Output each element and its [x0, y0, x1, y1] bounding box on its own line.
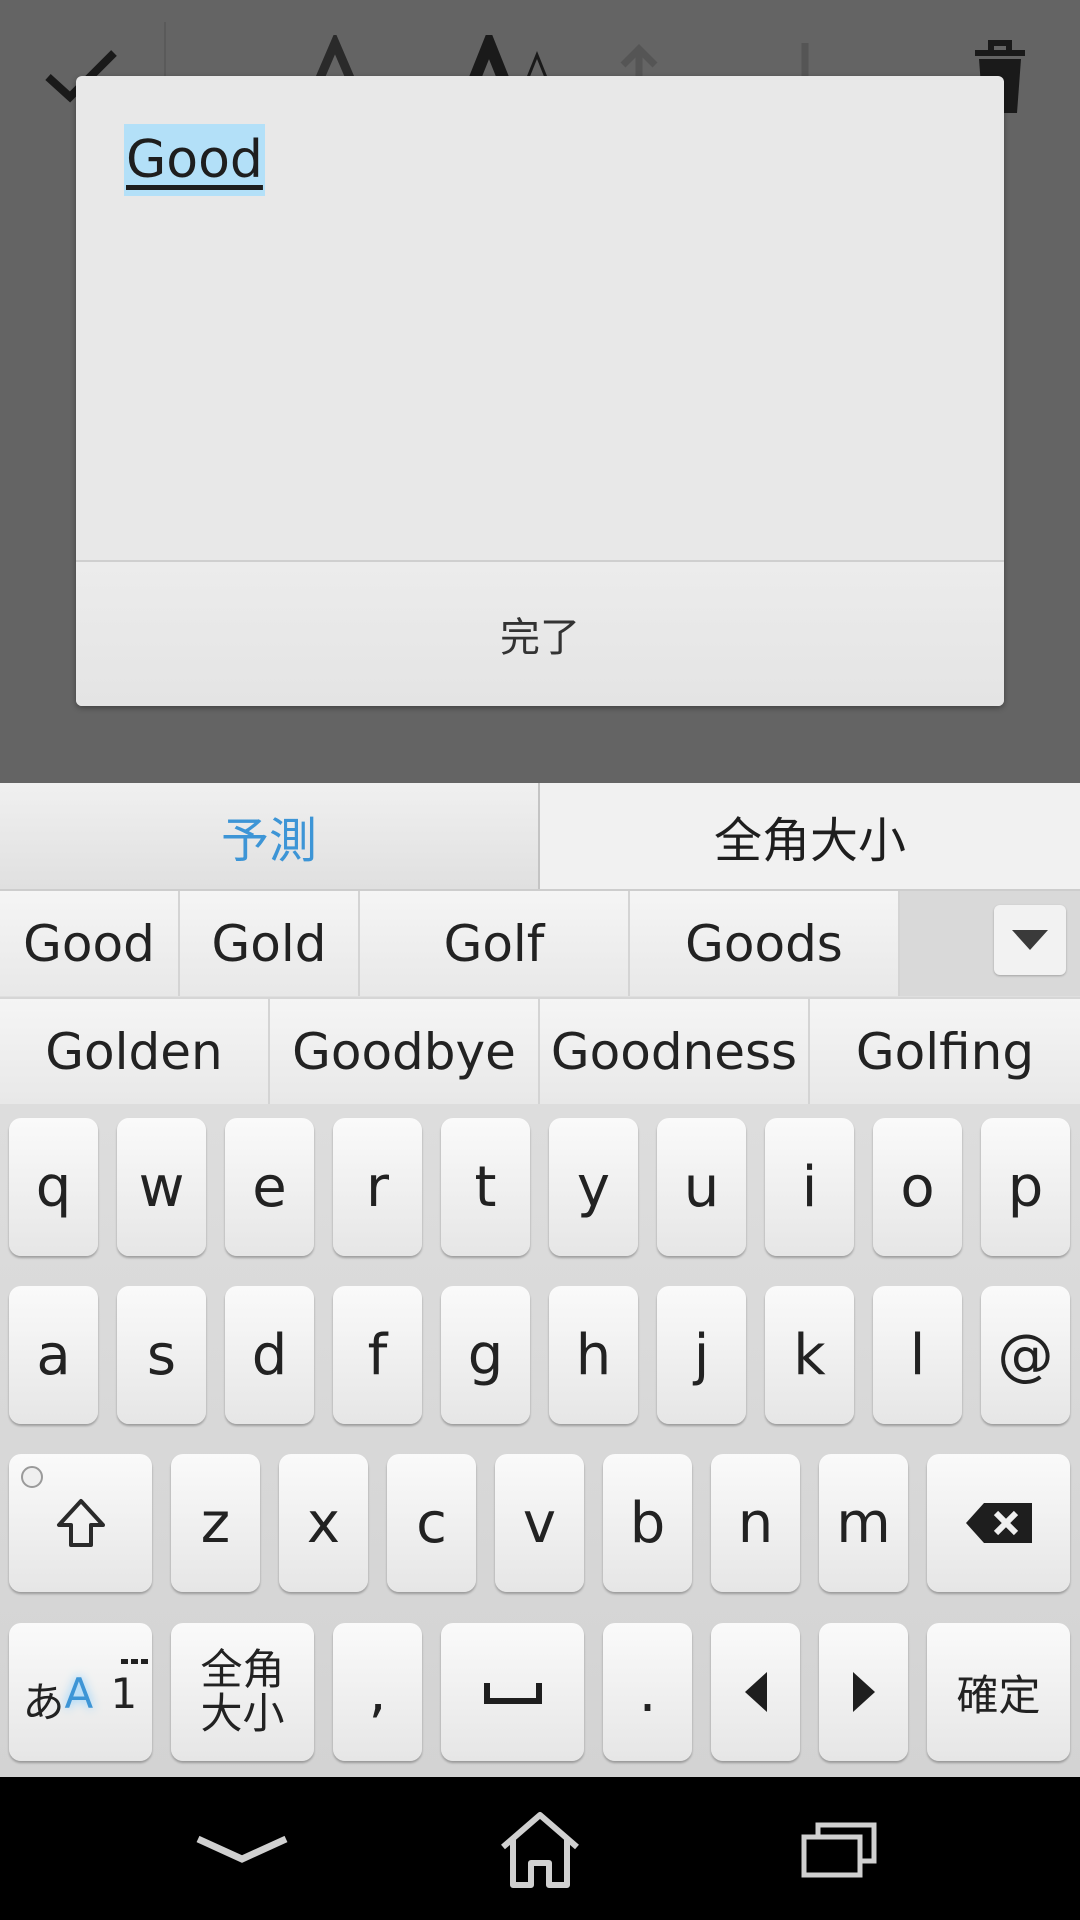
key-d[interactable]: d — [225, 1286, 314, 1424]
backspace-icon — [965, 1503, 1032, 1543]
key-a[interactable]: a — [9, 1286, 98, 1424]
key-v[interactable]: v — [495, 1454, 584, 1592]
key-g[interactable]: g — [441, 1286, 530, 1424]
candidate-expand-area — [900, 891, 1080, 996]
recent-apps-icon — [801, 1822, 877, 1877]
candidate-item[interactable]: Golfing — [810, 999, 1080, 1104]
candidate-item[interactable]: Goods — [630, 891, 900, 996]
cursor-right-icon — [852, 1672, 875, 1712]
alpha-mode: A — [64, 1669, 94, 1718]
space-bar-icon — [483, 1683, 542, 1704]
key-n[interactable]: n — [711, 1454, 800, 1592]
key-t[interactable]: t — [441, 1118, 530, 1256]
shift-icon — [56, 1499, 105, 1547]
expand-candidates-button[interactable] — [994, 905, 1066, 975]
input-mode-key[interactable]: あ A 1 — [9, 1623, 152, 1761]
cursor-left-icon — [744, 1672, 767, 1712]
candidate-row: Golden Goodbye Goodness Golfing — [0, 997, 1080, 1104]
key-u[interactable]: u — [657, 1118, 746, 1256]
key-o[interactable]: o — [873, 1118, 962, 1256]
candidate-item[interactable]: Gold — [180, 891, 360, 996]
candidate-item[interactable]: Good — [0, 891, 180, 996]
recent-apps-button[interactable] — [740, 1777, 940, 1920]
key-at[interactable]: @ — [981, 1286, 1070, 1424]
text-edit-dialog: Good 完了 — [76, 76, 1004, 706]
key-y[interactable]: y — [549, 1118, 638, 1256]
key-r[interactable]: r — [333, 1118, 422, 1256]
key-w[interactable]: w — [117, 1118, 206, 1256]
tab-zenkaku-case[interactable]: 全角大小 — [540, 783, 1080, 889]
backspace-key[interactable] — [927, 1454, 1070, 1592]
key-s[interactable]: s — [117, 1286, 206, 1424]
tab-prediction[interactable]: 予測 — [0, 783, 540, 889]
key-i[interactable]: i — [765, 1118, 854, 1256]
composing-text[interactable]: Good — [124, 124, 265, 196]
key-e[interactable]: e — [225, 1118, 314, 1256]
cursor-right-key[interactable] — [819, 1623, 908, 1761]
key-p[interactable]: p — [981, 1118, 1070, 1256]
navigation-bar — [0, 1777, 1080, 1920]
done-button[interactable]: 完了 — [76, 562, 1004, 706]
home-button[interactable] — [440, 1777, 640, 1920]
key-m[interactable]: m — [819, 1454, 908, 1592]
triangle-down-icon — [1012, 930, 1048, 950]
indicator-dot-icon — [21, 1466, 43, 1488]
candidate-item[interactable]: Goodness — [540, 999, 810, 1104]
key-b[interactable]: b — [603, 1454, 692, 1592]
back-button[interactable] — [142, 1777, 342, 1920]
cursor-left-key[interactable] — [711, 1623, 800, 1761]
input-mode-label: あ A 1 — [21, 1657, 148, 1727]
number-mode: 1 — [110, 1669, 138, 1718]
candidate-item[interactable]: Goodbye — [270, 999, 540, 1104]
key-c[interactable]: c — [387, 1454, 476, 1592]
shift-key[interactable] — [9, 1454, 152, 1592]
zenkaku-label-line2: 大小 — [200, 1689, 285, 1738]
ellipsis-icon — [120, 1659, 148, 1664]
text-input-area[interactable]: Good — [76, 76, 1004, 560]
key-l[interactable]: l — [873, 1286, 962, 1424]
hiragana-mode: あ — [22, 1678, 65, 1727]
key-z[interactable]: z — [171, 1454, 260, 1592]
candidate-row: Good Gold Golf Goods — [0, 889, 1080, 996]
confirm-key[interactable]: 確定 — [927, 1623, 1070, 1761]
key-q[interactable]: q — [9, 1118, 98, 1256]
period-key[interactable]: . — [603, 1623, 692, 1761]
candidate-item[interactable]: Golden — [0, 999, 270, 1104]
zenkaku-label-line1: 全角 — [200, 1645, 285, 1694]
space-key[interactable] — [441, 1623, 584, 1761]
back-icon — [196, 1835, 288, 1863]
key-j[interactable]: j — [657, 1286, 746, 1424]
home-icon — [501, 1811, 579, 1888]
key-x[interactable]: x — [279, 1454, 368, 1592]
soft-keyboard: 予測 全角大小 Good Gold Golf Goods Golden Good… — [0, 783, 1080, 1777]
zenkaku-case-key[interactable]: 全角 大小 — [171, 1623, 314, 1761]
keyboard-mode-tabs: 予測 全角大小 — [0, 783, 1080, 889]
key-k[interactable]: k — [765, 1286, 854, 1424]
key-f[interactable]: f — [333, 1286, 422, 1424]
key-h[interactable]: h — [549, 1286, 638, 1424]
candidate-item[interactable]: Golf — [360, 891, 630, 996]
comma-key[interactable]: , — [333, 1623, 422, 1761]
